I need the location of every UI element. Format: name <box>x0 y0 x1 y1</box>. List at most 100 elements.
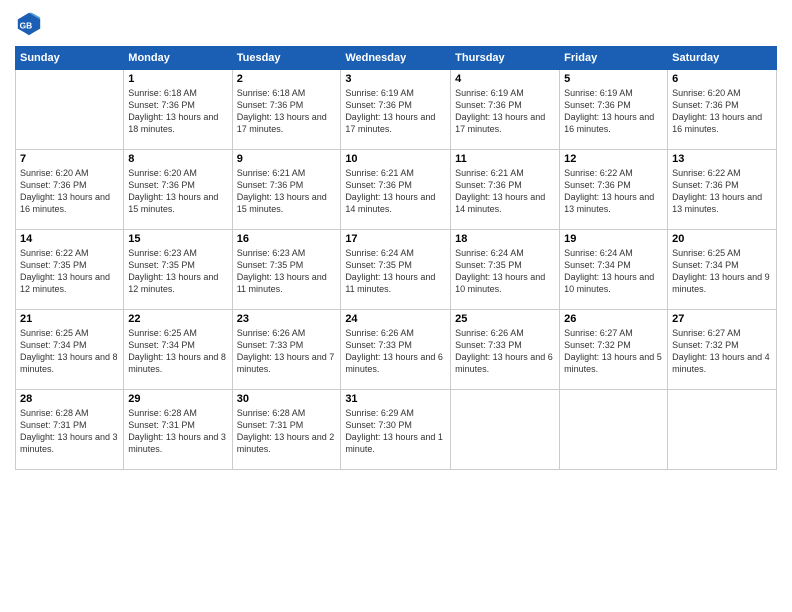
calendar-cell: 17Sunrise: 6:24 AMSunset: 7:35 PMDayligh… <box>341 230 451 310</box>
calendar-cell <box>451 390 560 470</box>
day-number: 20 <box>672 233 772 245</box>
logo: GB <box>15 10 47 38</box>
day-info: Sunrise: 6:21 AMSunset: 7:36 PMDaylight:… <box>345 167 446 216</box>
calendar-cell: 30 Sunrise: 6:28 AMSunset: 7:31 PMDayligh… <box>232 390 341 470</box>
day-number: 30 <box>237 393 337 405</box>
calendar-cell: 9Sunrise: 6:21 AMSunset: 7:36 PMDaylight… <box>232 150 341 230</box>
day-info: Sunrise: 6:21 AMSunset: 7:36 PMDaylight:… <box>455 167 555 216</box>
day-info: Sunrise: 6:27 AMSunset: 7:32 PMDaylight:… <box>672 327 772 376</box>
day-number: 15 <box>128 233 227 245</box>
day-info: Sunrise: 6:22 AMSunset: 7:36 PMDaylight:… <box>564 167 663 216</box>
day-number: 25 <box>455 313 555 325</box>
calendar-cell: 5 Sunrise: 6:19 AMSunset: 7:36 PMDaylight… <box>560 70 668 150</box>
day-info: Sunrise: 6:23 AMSunset: 7:35 PMDaylight:… <box>237 247 337 296</box>
calendar-cell <box>560 390 668 470</box>
calendar-cell: 28Sunrise: 6:28 AMSunset: 7:31 PMDayligh… <box>16 390 124 470</box>
svg-text:GB: GB <box>20 21 33 31</box>
calendar-week-row: 1Sunrise: 6:18 AMSunset: 7:36 PMDaylight… <box>16 70 777 150</box>
calendar-cell: 25Sunrise: 6:26 AMSunset: 7:33 PMDayligh… <box>451 310 560 390</box>
day-number: 1 <box>128 73 227 85</box>
calendar-cell: 12 Sunrise: 6:22 AMSunset: 7:36 PMDayligh… <box>560 150 668 230</box>
day-of-week-header: Monday <box>124 47 232 70</box>
day-info: Sunrise: 6:20 AMSunset: 7:36 PMDaylight:… <box>20 167 119 216</box>
calendar-cell: 16 Sunrise: 6:23 AMSunset: 7:35 PMDayligh… <box>232 230 341 310</box>
calendar-cell: 8 Sunrise: 6:20 AMSunset: 7:36 PMDaylight… <box>124 150 232 230</box>
day-number: 13 <box>672 153 772 165</box>
day-number: 9 <box>237 153 337 165</box>
calendar-cell: 31Sunrise: 6:29 AMSunset: 7:30 PMDayligh… <box>341 390 451 470</box>
calendar: SundayMondayTuesdayWednesdayThursdayFrid… <box>15 46 777 470</box>
day-number: 10 <box>345 153 446 165</box>
day-of-week-header: Friday <box>560 47 668 70</box>
calendar-cell: 20 Sunrise: 6:25 AMSunset: 7:34 PMDayligh… <box>668 230 777 310</box>
calendar-cell: 11 Sunrise: 6:21 AMSunset: 7:36 PMDayligh… <box>451 150 560 230</box>
day-info: Sunrise: 6:19 AMSunset: 7:36 PMDaylight:… <box>345 87 446 136</box>
calendar-cell: 15 Sunrise: 6:23 AMSunset: 7:35 PMDayligh… <box>124 230 232 310</box>
calendar-cell: 22Sunrise: 6:25 AMSunset: 7:34 PMDayligh… <box>124 310 232 390</box>
calendar-cell: 23 Sunrise: 6:26 AMSunset: 7:33 PMDayligh… <box>232 310 341 390</box>
header: GB <box>15 10 777 38</box>
day-number: 21 <box>20 313 119 325</box>
day-number: 12 <box>564 153 663 165</box>
day-of-week-header: Sunday <box>16 47 124 70</box>
day-number: 26 <box>564 313 663 325</box>
day-info: Sunrise: 6:27 AMSunset: 7:32 PMDaylight:… <box>564 327 663 376</box>
calendar-cell <box>16 70 124 150</box>
day-number: 24 <box>345 313 446 325</box>
page: GB SundayMondayTuesdayWednesdayThursdayF… <box>0 0 792 612</box>
calendar-cell: 6Sunrise: 6:20 AMSunset: 7:36 PMDaylight… <box>668 70 777 150</box>
calendar-cell: 2Sunrise: 6:18 AMSunset: 7:36 PMDaylight… <box>232 70 341 150</box>
calendar-cell: 21Sunrise: 6:25 AMSunset: 7:34 PMDayligh… <box>16 310 124 390</box>
day-of-week-header: Thursday <box>451 47 560 70</box>
day-info: Sunrise: 6:28 AMSunset: 7:31 PMDaylight:… <box>20 407 119 456</box>
day-number: 2 <box>237 73 337 85</box>
calendar-week-row: 21 Sunrise: 6:25 AMSunset: 7:34 PMDayligh… <box>16 310 777 390</box>
day-info: Sunrise: 6:20 AMSunset: 7:36 PMDaylight:… <box>672 87 772 136</box>
day-info: Sunrise: 6:24 AMSunset: 7:35 PMDaylight:… <box>455 247 555 296</box>
day-number: 31 <box>345 393 446 405</box>
day-number: 18 <box>455 233 555 245</box>
day-of-week-header: Wednesday <box>341 47 451 70</box>
calendar-cell <box>668 390 777 470</box>
calendar-cell: 10 Sunrise: 6:21 AMSunset: 7:36 PMDayligh… <box>341 150 451 230</box>
logo-icon: GB <box>15 10 43 38</box>
day-number: 19 <box>564 233 663 245</box>
day-info: Sunrise: 6:28 AMSunset: 7:31 PMDaylight:… <box>237 407 337 456</box>
calendar-cell: 27Sunrise: 6:27 AMSunset: 7:32 PMDayligh… <box>668 310 777 390</box>
calendar-cell: 3 Sunrise: 6:19 AMSunset: 7:36 PMDaylight… <box>341 70 451 150</box>
calendar-cell: 29 Sunrise: 6:28 AMSunset: 7:31 PMDayligh… <box>124 390 232 470</box>
calendar-cell: 7 Sunrise: 6:20 AMSunset: 7:36 PMDaylight… <box>16 150 124 230</box>
day-of-week-header: Tuesday <box>232 47 341 70</box>
day-info: Sunrise: 6:24 AMSunset: 7:34 PMDaylight:… <box>564 247 663 296</box>
day-info: Sunrise: 6:19 AMSunset: 7:36 PMDaylight:… <box>564 87 663 136</box>
calendar-week-row: 7 Sunrise: 6:20 AMSunset: 7:36 PMDaylight… <box>16 150 777 230</box>
day-number: 7 <box>20 153 119 165</box>
day-info: Sunrise: 6:20 AMSunset: 7:36 PMDaylight:… <box>128 167 227 216</box>
day-of-week-header: Saturday <box>668 47 777 70</box>
day-info: Sunrise: 6:25 AMSunset: 7:34 PMDaylight:… <box>672 247 772 296</box>
calendar-cell: 19 Sunrise: 6:24 AMSunset: 7:34 PMDayligh… <box>560 230 668 310</box>
day-info: Sunrise: 6:25 AMSunset: 7:34 PMDaylight:… <box>128 327 227 376</box>
day-info: Sunrise: 6:28 AMSunset: 7:31 PMDaylight:… <box>128 407 227 456</box>
calendar-header-row: SundayMondayTuesdayWednesdayThursdayFrid… <box>16 47 777 70</box>
day-info: Sunrise: 6:26 AMSunset: 7:33 PMDaylight:… <box>237 327 337 376</box>
day-number: 16 <box>237 233 337 245</box>
day-info: Sunrise: 6:23 AMSunset: 7:35 PMDaylight:… <box>128 247 227 296</box>
day-number: 3 <box>345 73 446 85</box>
day-info: Sunrise: 6:26 AMSunset: 7:33 PMDaylight:… <box>345 327 446 376</box>
day-number: 23 <box>237 313 337 325</box>
day-info: Sunrise: 6:22 AMSunset: 7:36 PMDaylight:… <box>672 167 772 216</box>
calendar-cell: 14Sunrise: 6:22 AMSunset: 7:35 PMDayligh… <box>16 230 124 310</box>
day-number: 4 <box>455 73 555 85</box>
calendar-cell: 13 Sunrise: 6:22 AMSunset: 7:36 PMDayligh… <box>668 150 777 230</box>
day-number: 11 <box>455 153 555 165</box>
calendar-cell: 1Sunrise: 6:18 AMSunset: 7:36 PMDaylight… <box>124 70 232 150</box>
calendar-week-row: 28Sunrise: 6:28 AMSunset: 7:31 PMDayligh… <box>16 390 777 470</box>
day-number: 29 <box>128 393 227 405</box>
day-number: 5 <box>564 73 663 85</box>
day-info: Sunrise: 6:24 AMSunset: 7:35 PMDaylight:… <box>345 247 446 296</box>
calendar-cell: 18 Sunrise: 6:24 AMSunset: 7:35 PMDayligh… <box>451 230 560 310</box>
calendar-week-row: 14Sunrise: 6:22 AMSunset: 7:35 PMDayligh… <box>16 230 777 310</box>
day-number: 14 <box>20 233 119 245</box>
day-number: 8 <box>128 153 227 165</box>
